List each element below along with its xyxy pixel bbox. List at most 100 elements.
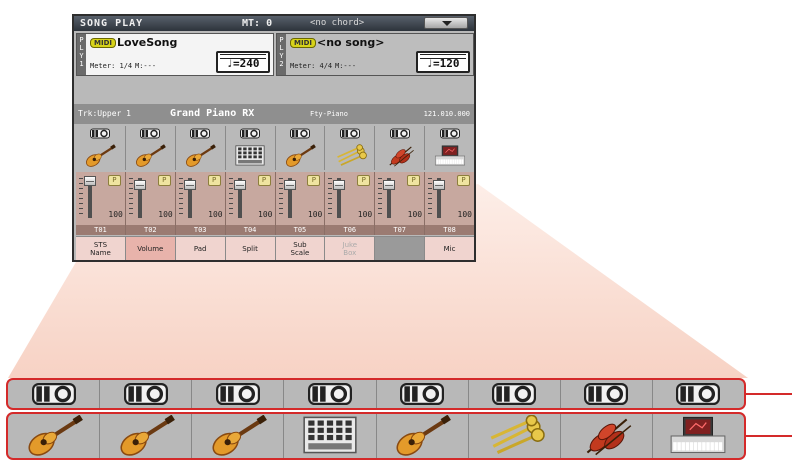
- instrument-button-3[interactable]: [176, 141, 226, 170]
- volume-fader[interactable]: [383, 180, 396, 190]
- play-mute-button-4[interactable]: [226, 126, 276, 141]
- callout-line-instrument: [746, 435, 792, 437]
- sound-bank: 121.010.000: [423, 110, 470, 118]
- player-2-tab: P L Y 2: [277, 34, 286, 75]
- instrument-button-6[interactable]: [325, 141, 376, 170]
- volume-value: 100: [307, 210, 323, 219]
- play-mute-button-5[interactable]: [377, 380, 469, 408]
- strings-icon: [575, 415, 637, 457]
- instrument-button-1[interactable]: [76, 141, 126, 170]
- drum-machine-icon: [299, 415, 361, 457]
- play-mute-button-3[interactable]: [176, 126, 226, 141]
- play-button[interactable]: P: [457, 175, 470, 186]
- midi-badge: MIDI: [90, 38, 116, 48]
- mixer-strip-1: P 100 T01: [76, 172, 126, 235]
- play-mute-button-7[interactable]: [561, 380, 653, 408]
- instrument-button-4[interactable]: [226, 141, 276, 170]
- play-mute-button-1[interactable]: [76, 126, 126, 141]
- play-mute-button-5[interactable]: [276, 126, 326, 141]
- instrument-button-3[interactable]: [192, 414, 285, 458]
- play-mute-button-6[interactable]: [325, 126, 376, 141]
- volume-fader[interactable]: [133, 180, 146, 190]
- player-1-meter: Meter: 1/4: [90, 62, 133, 70]
- play-mute-button-7[interactable]: [375, 126, 426, 141]
- tab-sts-name[interactable]: STS Name: [76, 236, 126, 260]
- fader-scale: [178, 178, 183, 216]
- play-mute-button-8[interactable]: [653, 380, 744, 408]
- play-mute-button-2[interactable]: [100, 380, 193, 408]
- play-button[interactable]: P: [157, 175, 171, 186]
- sound-name: Grand Piano RX: [170, 108, 255, 119]
- fader-scale: [79, 178, 83, 216]
- tab-pad[interactable]: Pad: [175, 236, 226, 260]
- player-1-panel[interactable]: P L Y 1 MIDI LoveSong Meter: 1/4 M:--- ♩…: [76, 33, 274, 76]
- play-button[interactable]: P: [357, 175, 371, 186]
- track-name: T02: [125, 225, 175, 235]
- fader-scale: [278, 178, 283, 216]
- tab-juke-box[interactable]: Juke Box: [325, 236, 376, 260]
- play-mute-row: [76, 126, 474, 141]
- instrument-button-6[interactable]: [469, 414, 561, 458]
- play-button[interactable]: P: [107, 175, 121, 186]
- play-button[interactable]: P: [257, 175, 271, 186]
- guitar-icon: [23, 415, 85, 457]
- mixer-strip-7: P 100 T07: [375, 172, 426, 235]
- volume-value: 100: [108, 210, 123, 219]
- mixer-strip-8: P 100 T08: [425, 172, 474, 235]
- instrument-button-5[interactable]: [276, 141, 326, 170]
- play-mute-button-6[interactable]: [469, 380, 561, 408]
- play-mute-icon: [31, 383, 76, 405]
- play-mute-button-8[interactable]: [425, 126, 474, 141]
- play-mute-button-1[interactable]: [8, 380, 101, 408]
- track-name: T07: [375, 225, 425, 235]
- guitar-icon: [83, 143, 117, 168]
- play-mute-button-3[interactable]: [192, 380, 285, 408]
- tab-sub-scale[interactable]: Sub Scale: [275, 236, 326, 260]
- page-menu-button[interactable]: [424, 17, 468, 29]
- play-button[interactable]: P: [307, 175, 321, 186]
- volume-fader[interactable]: [84, 176, 96, 186]
- player-2-panel[interactable]: P L Y 2 MIDI <no song> Meter: 4/4 M:--- …: [276, 33, 474, 76]
- instrument-button-4[interactable]: [284, 414, 377, 458]
- play-mute-button-2[interactable]: [126, 126, 176, 141]
- instrument-button-8[interactable]: [653, 414, 744, 458]
- brass-icon: [483, 415, 545, 457]
- play-mute-button-4[interactable]: [284, 380, 377, 408]
- chord-display: <no chord>: [310, 18, 365, 28]
- instrument-button-7[interactable]: [561, 414, 653, 458]
- instrument-button-1[interactable]: [8, 414, 101, 458]
- tab-mic[interactable]: Mic: [425, 236, 474, 260]
- play-button[interactable]: P: [407, 175, 421, 186]
- volume-fader[interactable]: [183, 180, 196, 190]
- fader-scale: [378, 178, 383, 216]
- title-bar: SONG PLAY MT: 0 <no chord>: [74, 16, 474, 31]
- instrument-button-2[interactable]: [100, 414, 193, 458]
- instrument-button-7[interactable]: [375, 141, 426, 170]
- tab-volume[interactable]: Volume: [125, 236, 176, 260]
- play-button[interactable]: P: [207, 175, 221, 186]
- volume-value: 100: [258, 210, 273, 219]
- instrument-button-5[interactable]: [377, 414, 469, 458]
- player-2-song-name[interactable]: <no song>: [317, 36, 384, 49]
- brass-icon: [333, 143, 367, 168]
- selected-track: Trk:Upper 1: [78, 109, 131, 118]
- volume-fader[interactable]: [333, 180, 346, 190]
- tab-split[interactable]: Split: [225, 236, 276, 260]
- keyboard-icon: [433, 144, 467, 168]
- instrument-button-8[interactable]: [425, 141, 474, 170]
- play-mute-icon: [339, 128, 360, 139]
- play-mute-icon: [123, 383, 168, 405]
- volume-value: 100: [158, 210, 173, 219]
- track-info-bar[interactable]: Trk:Upper 1 Grand Piano RX Fty-Piano 121…: [74, 104, 474, 124]
- player-1-song-name[interactable]: LoveSong: [117, 36, 177, 49]
- play-mute-icon: [400, 383, 445, 405]
- fader-scale: [228, 178, 233, 216]
- volume-fader[interactable]: [283, 180, 296, 190]
- volume-fader[interactable]: [233, 180, 246, 190]
- drum-machine-icon: [233, 144, 267, 168]
- zoom-instrument-row: [6, 412, 746, 460]
- instrument-button-2[interactable]: [126, 141, 176, 170]
- play-mute-icon: [240, 128, 261, 139]
- sound-category: Fty-Piano: [310, 110, 348, 118]
- volume-fader[interactable]: [433, 180, 446, 190]
